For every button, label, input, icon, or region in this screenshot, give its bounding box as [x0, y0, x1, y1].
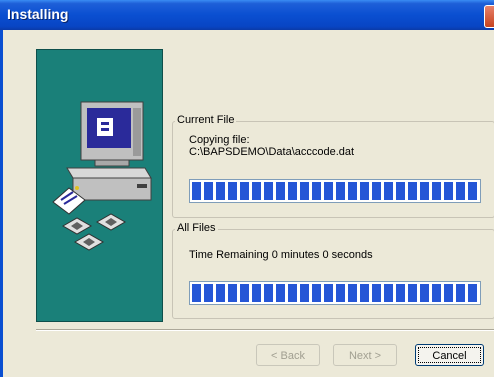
current-file-label: Current File: [175, 114, 237, 126]
floppy-disk-icon: [61, 213, 127, 251]
cancel-button-label: Cancel: [418, 347, 481, 363]
computer-icon: [66, 101, 152, 201]
window-title: Installing: [7, 6, 69, 22]
current-file-progress: [189, 179, 481, 203]
close-icon[interactable]: [484, 5, 494, 28]
window-border: [0, 30, 3, 377]
computer-illustration: [52, 101, 152, 251]
time-remaining-text: Time Remaining 0 minutes 0 seconds: [189, 249, 373, 261]
next-button[interactable]: Next >: [333, 344, 397, 366]
all-files-progress: [189, 281, 481, 305]
cancel-button[interactable]: Cancel: [415, 344, 484, 366]
installer-window: Installing Current File Copying file: C:…: [0, 0, 494, 377]
back-button[interactable]: < Back: [256, 344, 320, 366]
installer-artwork-panel: [36, 49, 163, 322]
all-files-progress-fill: [192, 284, 478, 302]
title-bar[interactable]: Installing: [0, 0, 494, 30]
current-file-progress-fill: [192, 182, 478, 200]
current-file-path: C:\BAPSDEMO\Data\acccode.dat: [189, 146, 355, 158]
all-files-group: All Files: [172, 222, 494, 319]
all-files-label: All Files: [175, 222, 218, 234]
divider: [36, 329, 494, 331]
